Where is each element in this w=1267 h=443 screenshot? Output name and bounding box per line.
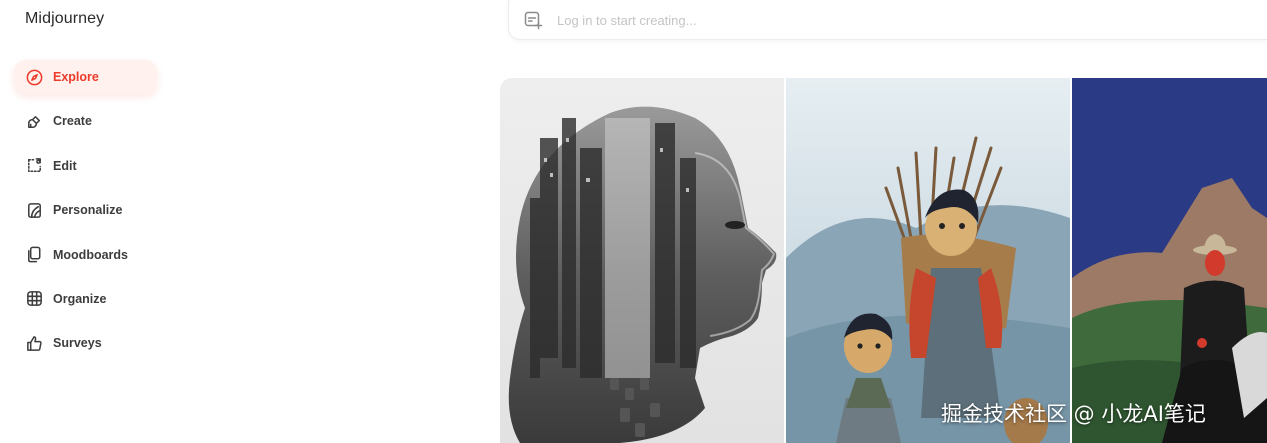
double-exposure-portrait-image [500,78,784,443]
gallery-image[interactable] [1072,78,1267,443]
sidebar-item-label: Personalize [53,203,123,218]
watermark-text: 掘金技术社区 @ 小龙AI笔记 [941,402,1206,426]
edit-crop-icon [25,156,44,175]
sidebar-item-label: Edit [53,158,77,173]
sidebar-item-personalize[interactable]: Personalize [14,193,157,227]
sidebar-item-label: Organize [53,291,107,306]
prompt-bar [508,0,1267,40]
sidebar-item-explore[interactable]: Explore [14,60,157,94]
brush-icon [25,112,44,131]
grid-icon [25,289,44,308]
app-root: Midjourney Explore Create Edit Personali… [0,0,1267,443]
sidebar-item-moodboards[interactable]: Moodboards [14,238,157,272]
sidebar-item-label: Create [53,114,92,129]
image-add-icon[interactable] [523,10,543,30]
sidebar-item-label: Surveys [53,336,102,351]
thumbs-up-icon [25,334,44,353]
explore-gallery [500,78,1267,443]
sidebar-item-label: Explore [53,70,99,84]
sidebar-nav: Explore Create Edit Personalize Moodboar… [14,60,157,371]
gallery-image[interactable] [786,78,1070,443]
compass-icon [25,68,44,87]
personalize-icon [25,201,44,220]
gallery-image[interactable] [500,78,784,443]
clay-children-image [786,78,1070,443]
sidebar-item-surveys[interactable]: Surveys [14,326,157,360]
sidebar-item-organize[interactable]: Organize [14,282,157,316]
sidebar-item-edit[interactable]: Edit [14,149,157,183]
sidebar-item-label: Moodboards [53,247,128,262]
sidebar-item-create[interactable]: Create [14,104,157,138]
moodboard-icon [25,245,44,264]
prompt-input[interactable] [557,12,1157,28]
brand-logo[interactable]: Midjourney [25,10,104,28]
painted-rider-image [1072,78,1267,443]
